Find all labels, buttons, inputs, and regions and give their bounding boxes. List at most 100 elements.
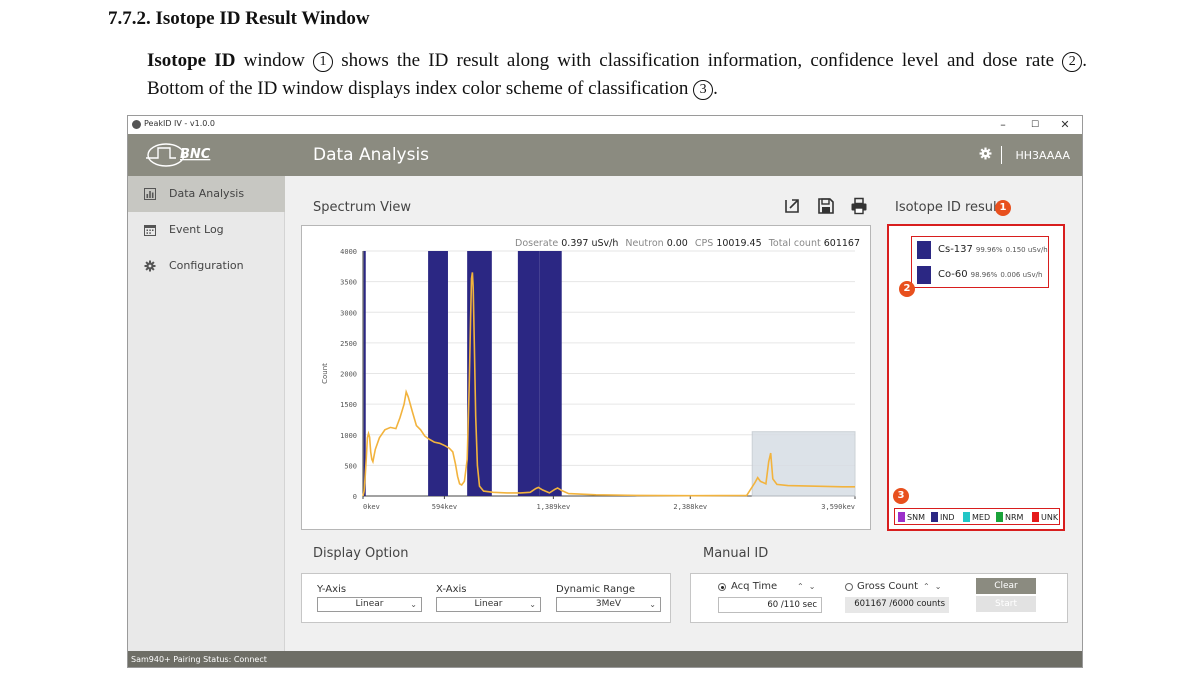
dynamic-range-value: 3MeV xyxy=(595,599,622,609)
chevron-up-icon[interactable]: ⌃ xyxy=(797,582,804,591)
gross-count-label: Gross Count xyxy=(857,581,919,592)
classification-swatch xyxy=(917,241,931,259)
y-tick-label: 4000 xyxy=(340,248,357,256)
sidebar-item-data-analysis[interactable]: Data Analysis xyxy=(128,176,285,212)
legend-item-ind: IND xyxy=(931,512,955,522)
window-title: PeakID IV - v1.0.0 xyxy=(144,119,215,128)
roi-band xyxy=(539,251,562,496)
legend-label: UNK xyxy=(1041,513,1059,522)
acq-time-stepper[interactable]: ⌃ ⌄ xyxy=(797,582,816,591)
chevron-down-icon[interactable]: ⌄ xyxy=(809,582,816,591)
isotope-result-item[interactable]: Co-60 98.96% 0.006 uSv/h xyxy=(917,266,1047,288)
y-tick-label: 0 xyxy=(353,493,357,501)
y-tick-label: 1000 xyxy=(340,432,357,440)
callout-badge-2: 2 xyxy=(899,281,915,297)
doserate-label: Doserate xyxy=(515,238,559,249)
chevron-down-icon: ⌄ xyxy=(529,600,536,609)
legend-label: NRM xyxy=(1005,513,1024,522)
acq-time-radio[interactable] xyxy=(718,583,726,591)
start-button[interactable]: Start xyxy=(976,596,1036,612)
logo: BNC xyxy=(128,134,285,176)
circled-number-3: 3 xyxy=(693,80,714,100)
y-axis-select[interactable]: Linear ⌄ xyxy=(317,597,422,612)
y-tick-label: 3500 xyxy=(340,279,357,287)
header-divider xyxy=(1001,146,1002,164)
logo-text: BNC xyxy=(180,147,211,162)
circled-number-1: 1 xyxy=(313,52,334,72)
description-paragraph: Isotope ID window 1 shows the ID result … xyxy=(147,47,1087,103)
maximize-button[interactable]: ☐ xyxy=(1020,116,1050,134)
dynamic-range-select[interactable]: 3MeV ⌄ xyxy=(556,597,661,612)
legend-swatch xyxy=(963,512,970,522)
x-axis-select[interactable]: Linear ⌄ xyxy=(436,597,541,612)
clear-button[interactable]: Clear xyxy=(976,578,1036,594)
para-text: shows the ID result along with classific… xyxy=(333,50,1063,71)
para-text: window xyxy=(235,50,314,71)
x-axis-label: X-Axis xyxy=(436,584,467,595)
roi-band xyxy=(517,251,540,496)
isotope-name: Cs-137 xyxy=(938,244,973,255)
total-count-label: Total count xyxy=(768,238,821,249)
cps-label: CPS xyxy=(694,238,714,249)
settings-gear-icon[interactable] xyxy=(979,147,992,160)
display-option-label: Display Option xyxy=(313,546,409,561)
y-tick-label: 2500 xyxy=(340,340,357,348)
legend-swatch xyxy=(996,512,1003,522)
manual-id-label: Manual ID xyxy=(703,546,769,561)
x-tick-label: 1,389kev xyxy=(536,503,570,511)
legend-label: SNM xyxy=(907,513,925,522)
x-axis-value: Linear xyxy=(474,599,503,609)
minimize-button[interactable]: – xyxy=(988,116,1018,134)
gross-count-stepper[interactable]: ⌃ ⌄ xyxy=(923,582,942,591)
gear-icon xyxy=(144,260,156,272)
acq-time-label: Acq Time xyxy=(731,581,778,592)
classification-swatch xyxy=(917,266,931,284)
sidebar-item-label: Data Analysis xyxy=(169,187,245,200)
callout-badge-1: 1 xyxy=(995,200,1011,216)
export-icon[interactable] xyxy=(783,197,801,215)
gross-count-field[interactable]: 601167 /6000 counts xyxy=(845,597,949,613)
chevron-down-icon: ⌄ xyxy=(410,600,417,609)
sidebar-item-event-log[interactable]: Event Log xyxy=(128,212,285,248)
isotope-name: Co-60 xyxy=(938,269,968,280)
x-tick-label: 594kev xyxy=(432,503,457,511)
sidebar-item-label: Event Log xyxy=(169,223,224,236)
acq-time-field[interactable]: 60 /110 sec xyxy=(718,597,822,613)
y-tick-label: 3000 xyxy=(340,309,357,317)
chevron-down-icon[interactable]: ⌄ xyxy=(935,582,942,591)
legend-label: MED xyxy=(972,513,991,522)
spectrum-view-label: Spectrum View xyxy=(313,200,411,215)
doserate-value: 0.397 uSv/h xyxy=(561,238,619,249)
spectrum-chart[interactable]: 0 500 1000 1500 2000 2500 3000 3500 4000 0kev 594k… xyxy=(302,226,870,529)
callout-badge-3: 3 xyxy=(893,488,909,504)
save-icon[interactable] xyxy=(817,197,835,215)
circled-number-2: 2 xyxy=(1062,52,1083,72)
isotope-result-item[interactable]: Cs-137 99.96% 0.150 uSv/h xyxy=(917,241,1048,263)
legend-item-snm: SNM xyxy=(898,512,925,522)
close-button[interactable]: ✕ xyxy=(1050,116,1080,134)
y-tick-label: 2000 xyxy=(340,371,357,379)
legend-item-nrm: NRM xyxy=(996,512,1023,522)
bold-term: Isotope ID xyxy=(147,50,236,71)
y-axis-value: Linear xyxy=(355,599,384,609)
roi-band xyxy=(428,251,448,496)
calendar-icon xyxy=(144,225,156,236)
gross-count-radio[interactable] xyxy=(845,583,853,591)
section-heading: 7.7.2. Isotope ID Result Window xyxy=(108,8,370,29)
isotope-entry: Co-60 98.96% 0.006 uSv/h xyxy=(938,269,1042,280)
total-count-value: 601167 xyxy=(823,238,860,249)
sidebar-item-configuration[interactable]: Configuration xyxy=(128,248,285,284)
manual-id-panel: Acq Time ⌃ ⌄ 60 /110 sec Gross Count ⌃ ⌄… xyxy=(690,573,1068,623)
legend-item-unk: UNK xyxy=(1032,512,1058,522)
user-id[interactable]: HH3AAAA xyxy=(1015,149,1070,162)
page-title: Data Analysis xyxy=(313,145,430,165)
bnc-logo-icon: BNC xyxy=(146,143,211,167)
status-bar: Sam940+ Pairing Status: Connect xyxy=(128,651,1082,667)
chevron-up-icon[interactable]: ⌃ xyxy=(923,582,930,591)
neutron-value: 0.00 xyxy=(666,238,688,249)
print-icon[interactable] xyxy=(850,197,868,215)
x-tick-label: 2,388kev xyxy=(673,503,707,511)
isotope-result-panel: Cs-137 99.96% 0.150 uSv/h Co-60 98.96% 0.006… xyxy=(887,224,1065,531)
isotope-dose: 0.150 uSv/h xyxy=(1005,246,1048,254)
chevron-down-icon: ⌄ xyxy=(649,600,656,609)
